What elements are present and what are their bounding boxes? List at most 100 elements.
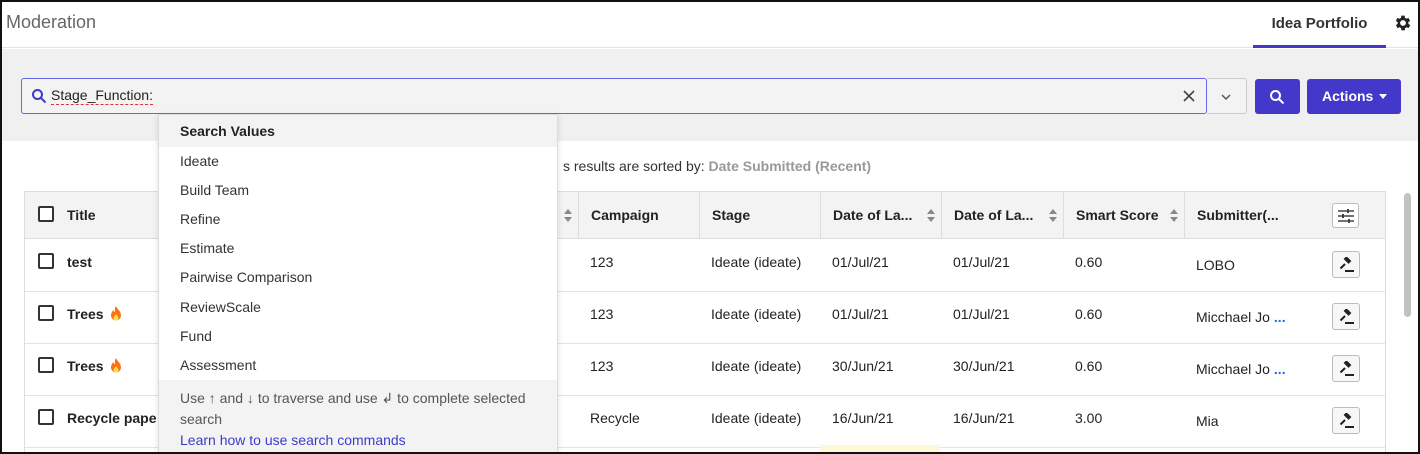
- enter-key-icon: ↲: [381, 390, 394, 406]
- gavel-icon: [1339, 257, 1354, 272]
- dropdown-item-reviewscale[interactable]: ReviewScale: [180, 299, 261, 315]
- cell-date1: 30/Jun/21: [832, 358, 894, 374]
- cell-submitter: LOBO: [1196, 240, 1235, 292]
- submitter-name: Mia: [1196, 413, 1219, 429]
- page-title: Moderation: [6, 12, 97, 32]
- row-checkbox[interactable]: [38, 357, 54, 373]
- moderate-button[interactable]: [1332, 303, 1360, 330]
- idea-title-text: Recycle pape: [67, 410, 157, 426]
- search-query-text[interactable]: Stage_Function:: [51, 87, 153, 105]
- column-label: Date of La...: [954, 207, 1034, 223]
- sort-icon[interactable]: [927, 209, 935, 222]
- cell-campaign: 123: [590, 358, 614, 374]
- search-values-dropdown: Search Values Ideate Build Team Refine E…: [158, 114, 558, 452]
- idea-title-text: Trees: [67, 306, 104, 322]
- cell-campaign: 123: [590, 254, 614, 270]
- sort-summary: s results are sorted by: Date Submitted …: [563, 158, 871, 174]
- sliders-icon: [1338, 209, 1354, 223]
- cell-date1: 01/Jul/21: [832, 306, 889, 322]
- cell-date2: 01/Jul/21: [953, 254, 1010, 270]
- dropdown-item-build-team[interactable]: Build Team: [180, 182, 249, 198]
- row-checkbox[interactable]: [38, 409, 54, 425]
- moderate-button[interactable]: [1332, 355, 1360, 382]
- moderate-button[interactable]: [1332, 407, 1360, 434]
- idea-title-text: test: [67, 254, 92, 270]
- dropdown-item-refine[interactable]: Refine: [180, 211, 220, 227]
- gavel-icon: [1339, 361, 1354, 376]
- column-label: Title: [67, 207, 96, 223]
- cell-stage: Ideate (ideate): [711, 254, 802, 270]
- dropdown-item-ideate[interactable]: Ideate: [180, 153, 219, 169]
- actions-label: Actions: [1322, 88, 1374, 104]
- search-icon: [1270, 90, 1285, 105]
- caret-down-icon: [1379, 94, 1387, 99]
- cell-campaign: 123: [590, 306, 614, 322]
- column-label: Stage: [712, 207, 751, 223]
- submitter-name: Micchael Jo: [1196, 309, 1270, 325]
- scrollbar-thumb[interactable]: [1404, 193, 1411, 317]
- cell-date2: 30/Jun/21: [953, 358, 1015, 374]
- row-checkbox[interactable]: [38, 253, 54, 269]
- submitter-name: LOBO: [1196, 257, 1235, 273]
- cell-date1: 01/Jul/21: [832, 254, 889, 270]
- more-submitters-link[interactable]: ...: [1274, 309, 1286, 325]
- help-link[interactable]: Learn how to use search commands: [180, 430, 536, 451]
- dropdown-item-assessment[interactable]: Assessment: [180, 357, 256, 373]
- cell-score: 0.60: [1075, 306, 1103, 322]
- dropdown-header: Search Values: [159, 115, 557, 147]
- tab-idea-portfolio[interactable]: Idea Portfolio: [1253, 2, 1386, 48]
- dropdown-item-pairwise-comparison[interactable]: Pairwise Comparison: [180, 269, 312, 285]
- cell-stage: Ideate (ideate): [711, 410, 802, 426]
- column-label: Date of La...: [833, 207, 913, 223]
- app-window: Moderation Idea Portfolio Stage_Function…: [0, 0, 1420, 454]
- moderate-button[interactable]: [1332, 251, 1360, 278]
- actions-button[interactable]: Actions: [1307, 79, 1401, 114]
- cell-stage: Ideate (ideate): [711, 358, 802, 374]
- sort-icon[interactable]: [564, 209, 572, 222]
- sort-prefix: s results are sorted by:: [563, 158, 709, 174]
- row-checkbox[interactable]: [38, 305, 54, 321]
- sort-icon[interactable]: [1170, 209, 1178, 222]
- idea-title-text: Trees: [67, 358, 104, 374]
- dropdown-item-fund[interactable]: Fund: [180, 328, 212, 344]
- column-header-date-2[interactable]: Date of La...: [941, 192, 1063, 239]
- cell-date1: 16/Jun/21: [832, 410, 894, 426]
- column-header-stage[interactable]: Stage: [699, 192, 820, 239]
- search-icon: [32, 89, 47, 104]
- dropdown-item-estimate[interactable]: Estimate: [180, 240, 234, 256]
- fire-icon: [110, 358, 121, 373]
- cell-score: 3.00: [1075, 410, 1103, 426]
- cell-score: 0.60: [1075, 254, 1103, 270]
- column-header-campaign[interactable]: Campaign: [578, 192, 699, 239]
- column-header-submitter[interactable]: Submitter(...: [1184, 192, 1305, 239]
- top-header: Moderation Idea Portfolio: [2, 2, 1418, 48]
- chevron-down-icon: [1221, 94, 1231, 101]
- sort-value[interactable]: Date Submitted (Recent): [709, 158, 872, 174]
- cell-submitter: Micchael Jo...: [1196, 292, 1286, 344]
- highlighted-cell: [820, 445, 940, 452]
- cell-stage: Ideate (ideate): [711, 306, 802, 322]
- close-icon[interactable]: [1182, 89, 1196, 103]
- column-settings-button[interactable]: [1332, 203, 1359, 228]
- cell-score: 0.60: [1075, 358, 1103, 374]
- fire-icon: [110, 306, 121, 321]
- gavel-icon: [1339, 309, 1354, 324]
- gear-icon[interactable]: [1393, 13, 1413, 33]
- keyboard-hint: Use ↑ and ↓ to traverse and use ↲ to com…: [180, 390, 526, 427]
- cell-submitter: Micchael Jo...: [1196, 344, 1286, 396]
- gavel-icon: [1339, 413, 1354, 428]
- search-button[interactable]: [1255, 79, 1300, 114]
- dropdown-footer: Use ↑ and ↓ to traverse and use ↲ to com…: [159, 380, 557, 452]
- cell-date2: 01/Jul/21: [953, 306, 1010, 322]
- column-header-smart-score[interactable]: Smart Score: [1063, 192, 1184, 239]
- scrollbar[interactable]: [1401, 191, 1415, 452]
- column-label: Smart Score: [1076, 207, 1159, 223]
- column-label: Submitter(...: [1197, 207, 1279, 223]
- submitter-name: Micchael Jo: [1196, 361, 1270, 377]
- search-input[interactable]: Stage_Function:: [21, 78, 1207, 114]
- cell-date2: 16/Jun/21: [953, 410, 1015, 426]
- sort-icon[interactable]: [1049, 209, 1057, 222]
- more-submitters-link[interactable]: ...: [1274, 361, 1286, 377]
- search-options-toggle[interactable]: [1207, 78, 1247, 114]
- column-header-date-1[interactable]: Date of La...: [820, 192, 941, 239]
